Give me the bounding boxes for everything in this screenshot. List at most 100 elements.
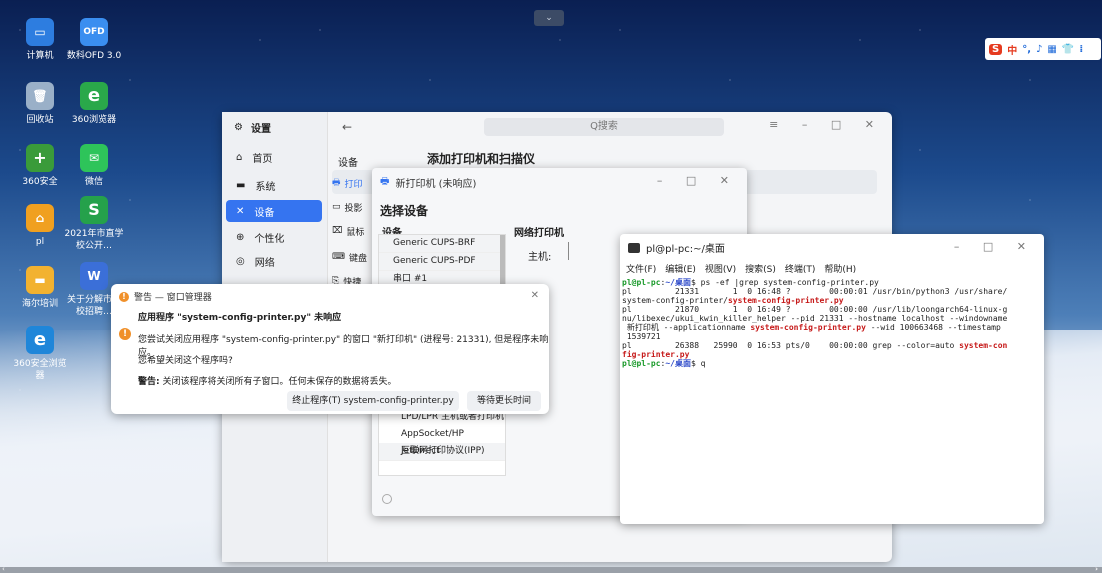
select-device-heading: 选择设备 bbox=[380, 204, 429, 218]
sidebar-item-label: 设备 bbox=[254, 207, 275, 219]
sidebar-item-label: 网络 bbox=[254, 257, 275, 269]
new-printer-window-controls[interactable]: – □ ✕ bbox=[657, 174, 739, 187]
desktop-icon-label: 360安全浏览器 bbox=[13, 359, 67, 381]
sidebar-item-system[interactable]: ▬ 系统 bbox=[226, 174, 322, 196]
menu-view[interactable]: 视图(V) bbox=[705, 262, 736, 275]
settings-search-input[interactable]: Q搜索 bbox=[484, 118, 724, 136]
terminal-window-controls[interactable]: – □ ✕ bbox=[954, 240, 1036, 253]
document-icon: W bbox=[80, 262, 108, 290]
warning-title: 警告 — 窗口管理器 bbox=[134, 293, 212, 303]
list-item[interactable]: Generic CUPS-BRF bbox=[379, 235, 505, 253]
subnav-label: 打印 bbox=[344, 179, 363, 190]
menu-edit[interactable]: 编辑(E) bbox=[665, 262, 696, 275]
terminal-output[interactable]: pl@pl-pc:~/桌面$ ps -ef |grep system-confi… bbox=[620, 278, 1044, 368]
settings-title: ⚙ 设置 bbox=[234, 120, 271, 135]
subnav-label: 键盘 bbox=[349, 253, 368, 264]
wait-button[interactable]: 等待更长时间 bbox=[467, 391, 541, 411]
palette-icon: ⊕ bbox=[236, 231, 245, 243]
subnav-label: 投影 bbox=[344, 203, 363, 214]
desktop-icon-wechat[interactable]: ✉ 微信 bbox=[64, 144, 124, 188]
terminate-button[interactable]: 终止程序(T) system-config-printer.py bbox=[287, 391, 459, 411]
desktop-icon-ofd[interactable]: OFD 数科OFD 3.0 bbox=[64, 18, 124, 62]
desktop-icon-recycle-bin[interactable]: 🗑 回收站 bbox=[10, 82, 70, 126]
subnav-label: 鼠标 bbox=[346, 227, 365, 238]
loading-spinner-icon bbox=[382, 494, 392, 504]
sogou-logo-icon: S bbox=[989, 43, 1003, 55]
scroll-left-icon[interactable]: ‹ bbox=[2, 565, 5, 573]
new-printer-titlebar: 🖶 新打印机 (未响应) bbox=[380, 174, 476, 191]
browser-icon: e bbox=[26, 326, 54, 354]
skin-icon[interactable]: 👕 bbox=[1062, 44, 1074, 55]
warning-heading: 应用程序 "system-config-printer.py" 未响应 bbox=[138, 313, 342, 323]
warning-titlebar: ! 警告 — 窗口管理器 bbox=[119, 290, 212, 303]
computer-icon: ▭ bbox=[26, 18, 54, 46]
close-icon[interactable]: ✕ bbox=[531, 290, 539, 301]
ime-punct-toggle[interactable]: °, bbox=[1022, 44, 1031, 55]
menu-file[interactable]: 文件(F) bbox=[626, 262, 656, 275]
new-printer-title: 新打印机 (未响应) bbox=[395, 179, 477, 190]
wechat-icon: ✉ bbox=[80, 144, 108, 172]
warning-note-text: 关闭该程序将关闭所有子窗口。任何未保存的数据将丢失。 bbox=[162, 377, 397, 387]
subnav-mouse[interactable]: ⌧ 鼠标 bbox=[332, 220, 372, 242]
devices-section-label: 设备 bbox=[338, 158, 358, 169]
ofd-icon: OFD bbox=[80, 18, 108, 46]
desktop-icon-360-secure-browser[interactable]: e 360安全浏览器 bbox=[10, 326, 70, 382]
more-icon[interactable]: ⁞ bbox=[1079, 44, 1083, 55]
browser-icon: e bbox=[80, 82, 108, 110]
page-title: 添加打印机和扫描仪 bbox=[427, 152, 536, 166]
back-button[interactable]: ← bbox=[342, 120, 352, 134]
warning-note-label: 警告: bbox=[138, 377, 160, 387]
keyboard-icon[interactable]: ▦ bbox=[1047, 44, 1056, 55]
subnav-projection[interactable]: ▭ 投影 bbox=[332, 196, 372, 218]
desktop-icon-home-folder[interactable]: ⌂ pl bbox=[10, 204, 70, 248]
network-printer-header: 网络打印机 bbox=[514, 228, 564, 239]
ime-lang-toggle[interactable]: 中 bbox=[1007, 42, 1017, 57]
desktop-icon-sheet-file[interactable]: S 2021年市直学校公开… bbox=[64, 196, 124, 252]
terminal-icon bbox=[628, 242, 640, 253]
mouse-icon: ⌧ bbox=[332, 226, 343, 236]
sidebar-item-personalize[interactable]: ⊕ 个性化 bbox=[226, 226, 322, 248]
subnav-printer[interactable]: 🖶 打印 bbox=[332, 172, 372, 194]
menu-terminal[interactable]: 终端(T) bbox=[785, 262, 816, 275]
trash-icon: 🗑 bbox=[26, 82, 54, 110]
shield-icon: + bbox=[26, 144, 54, 172]
settings-window-controls[interactable]: ≡ – □ ✕ bbox=[769, 118, 884, 131]
warning-icon: ! bbox=[119, 291, 129, 302]
sidebar-item-home[interactable]: ⌂ 首页 bbox=[226, 146, 322, 168]
terminal-window: pl@pl-pc:~/桌面 – □ ✕ 文件(F) 编辑(E) 视图(V) 搜索… bbox=[620, 234, 1044, 524]
desktop-icon-label: 2021年市直学校公开… bbox=[64, 229, 124, 251]
sidebar-item-devices[interactable]: ✕ 设备 bbox=[226, 200, 322, 222]
sidebar-item-label: 首页 bbox=[252, 153, 273, 165]
list-item[interactable]: Generic CUPS-PDF bbox=[379, 253, 505, 271]
devices-icon: ✕ bbox=[236, 205, 245, 217]
microphone-icon[interactable]: ♪ bbox=[1036, 44, 1042, 55]
host-label: 主机: bbox=[528, 252, 552, 263]
printer-icon: 🖶 bbox=[332, 178, 341, 188]
desktop-icon-360-security[interactable]: +360安全 bbox=[10, 144, 70, 188]
bottom-scrollbar[interactable]: ‹ › bbox=[0, 565, 1102, 573]
top-dock-handle[interactable]: ⌄ bbox=[534, 10, 564, 26]
menu-help[interactable]: 帮助(H) bbox=[824, 262, 856, 275]
desktop-icon-label: pl bbox=[35, 237, 45, 247]
list-item[interactable]: AppSocket/HP JetDirect bbox=[379, 426, 505, 456]
warning-note: 警告: 关闭该程序将关闭所有子窗口。任何未保存的数据将丢失。 bbox=[138, 374, 397, 387]
ime-toolbar[interactable]: S 中 °, ♪ ▦ 👕 ⁞ bbox=[985, 38, 1101, 60]
desktop-icon-folder[interactable]: ▬ 海尔培训 bbox=[10, 266, 70, 310]
gear-icon: ⚙ bbox=[234, 122, 243, 133]
menu-search[interactable]: 搜索(S) bbox=[745, 262, 776, 275]
desktop-icon-label: 数科OFD 3.0 bbox=[66, 51, 122, 61]
network-icon: ◎ bbox=[236, 255, 245, 267]
desktop-icon-label: 回收站 bbox=[26, 115, 54, 125]
list-item[interactable]: 互联网打印协议(IPP) bbox=[379, 443, 505, 461]
desktop-icon-computer[interactable]: ▭ 计算机 bbox=[10, 18, 70, 62]
desktop-icon-360-browser[interactable]: e 360浏览器 bbox=[64, 82, 124, 126]
sidebar-item-network[interactable]: ◎ 网络 bbox=[226, 250, 322, 272]
sidebar-item-label: 个性化 bbox=[254, 233, 285, 245]
printer-icon: 🖶 bbox=[380, 176, 390, 187]
desktop-icon-label: 计算机 bbox=[26, 51, 54, 61]
keyboard-icon: ⌨ bbox=[332, 252, 345, 262]
spreadsheet-icon: S bbox=[80, 196, 108, 224]
desktop-icon-label: 360浏览器 bbox=[71, 115, 117, 125]
subnav-keyboard[interactable]: ⌨ 键盘 bbox=[332, 246, 372, 268]
scroll-right-icon[interactable]: › bbox=[1095, 565, 1098, 573]
